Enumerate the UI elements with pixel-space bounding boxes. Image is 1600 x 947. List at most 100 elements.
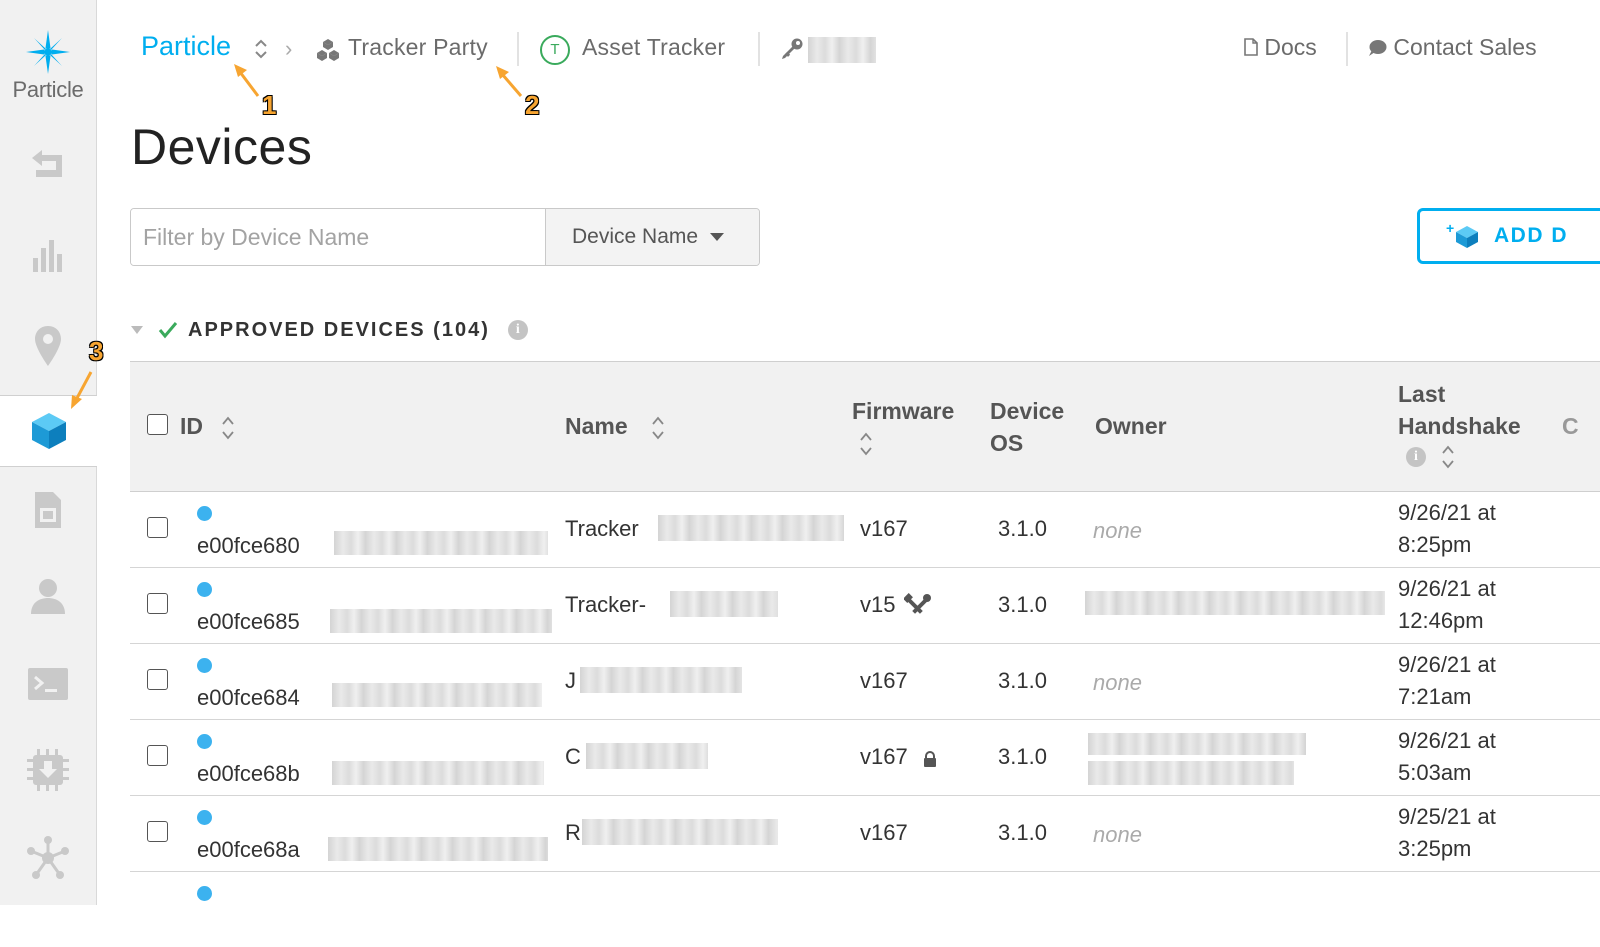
approved-devices-header[interactable]: APPROVED DEVICES (104) i (130, 314, 528, 346)
redacted-name (658, 515, 844, 541)
redacted-id (332, 761, 544, 785)
device-os: 3.1.0 (998, 820, 1047, 845)
redacted-id (334, 531, 548, 555)
last-handshake: 9/26/21 at 7:21am (1398, 649, 1496, 713)
handshake-time: 7:21am (1398, 684, 1472, 709)
table-row[interactable]: e00fce680 Tracker v167 3.1.0 none 9/26/2… (130, 491, 1600, 568)
filter-field-label: Device Name (572, 225, 699, 248)
device-owner: none (1093, 670, 1142, 695)
sidebar-item-console[interactable] (0, 654, 96, 714)
sidebar-item-firmware[interactable] (0, 740, 96, 800)
device-id[interactable]: e00fce68a (197, 837, 300, 863)
collapse-triangle-icon[interactable] (130, 325, 144, 335)
redacted-owner (1088, 761, 1294, 785)
divider (1346, 32, 1348, 66)
row-checkbox[interactable] (147, 821, 168, 842)
product-type-label: Asset Tracker (582, 34, 726, 60)
tools-icon (904, 593, 931, 614)
sidebar-item-sims[interactable] (0, 480, 96, 540)
column-header-device-os: Device OS (990, 395, 1064, 459)
device-id[interactable]: e00fce68b (197, 761, 300, 787)
last-handshake: 9/26/21 at 8:25pm (1398, 497, 1496, 561)
device-id[interactable]: e00fce680 (197, 533, 300, 559)
org-switcher-icon[interactable] (254, 38, 268, 60)
device-firmware: v167 (860, 820, 908, 845)
handshake-info-icon[interactable]: i (1406, 447, 1426, 467)
device-id[interactable]: e00fce684 (197, 685, 300, 711)
table-row[interactable]: e00fce684 J v167 3.1.0 none 9/26/21 at 7… (130, 643, 1600, 720)
table-row[interactable]: e00fce68b C v167 3.1.0 9/26/21 at 5:03am (130, 719, 1600, 796)
sidebar-item-team[interactable] (0, 566, 96, 626)
top-bar: Particle › Tracker Party T Asset Tracker… (0, 0, 1600, 100)
select-all-checkbox[interactable] (147, 414, 168, 435)
handshake-line1: Last (1398, 381, 1446, 407)
column-header-id[interactable]: ID (180, 410, 203, 442)
annotation-marker-1: 1 (262, 90, 277, 120)
key-icon[interactable] (780, 37, 804, 61)
divider (517, 32, 519, 66)
contact-sales-link[interactable]: Contact Sales (1367, 34, 1537, 61)
sort-firmware-icon[interactable] (859, 431, 873, 457)
handshake-date: 9/26/21 at (1398, 652, 1496, 677)
sidebar-item-devices[interactable] (0, 395, 97, 467)
device-name[interactable]: R (565, 820, 581, 846)
redacted-owner (1088, 733, 1306, 755)
row-checkbox[interactable] (147, 669, 168, 690)
filter-field-select[interactable]: Device Name (545, 209, 759, 265)
filter-input[interactable] (131, 209, 545, 265)
divider (758, 32, 760, 66)
device-name[interactable]: Tracker- (565, 592, 646, 618)
document-icon (1244, 38, 1258, 56)
redacted-id (328, 837, 548, 861)
annotation-marker-2: 2 (525, 90, 540, 120)
handshake-date: 9/25/21 at (1398, 804, 1496, 829)
handshake-date: 9/26/21 at (1398, 728, 1496, 753)
product-icon (317, 39, 339, 61)
sidebar-item-map[interactable] (0, 316, 96, 376)
sidebar-item-analytics[interactable] (0, 226, 96, 286)
device-name[interactable]: Tracker (565, 516, 639, 542)
add-device-button[interactable]: + ADD D (1417, 208, 1600, 264)
sort-name-icon[interactable] (651, 415, 665, 441)
handshake-date: 9/26/21 at (1398, 576, 1496, 601)
device-id[interactable]: e00fce685 (197, 609, 300, 635)
row-checkbox[interactable] (147, 593, 168, 614)
table-row[interactable]: e00fce68a R v167 3.1.0 none 9/25/21 at 3… (130, 795, 1600, 872)
terminal-icon (28, 668, 68, 700)
info-icon[interactable]: i (507, 320, 528, 340)
device-os: 3.1.0 (998, 744, 1047, 769)
sort-handshake-icon[interactable] (1441, 444, 1455, 470)
sidebar-item-integrations[interactable] (0, 828, 96, 888)
redacted-name (586, 743, 708, 769)
column-header-next: C (1562, 413, 1579, 439)
sidebar-item-back[interactable] (0, 134, 96, 194)
device-firmware: v167 (860, 516, 908, 541)
device-name[interactable]: J (565, 668, 576, 694)
column-header-firmware[interactable]: Firmware (852, 395, 954, 427)
sort-id-icon[interactable] (221, 415, 235, 441)
device-os-line2: OS (990, 430, 1024, 456)
column-header-name[interactable]: Name (565, 410, 628, 442)
last-handshake: 9/25/21 at 3:25pm (1398, 801, 1496, 865)
network-icon (27, 836, 69, 879)
handshake-time: 5:03am (1398, 760, 1472, 785)
row-checkbox[interactable] (147, 745, 168, 766)
breadcrumb-product[interactable]: Tracker Party (348, 34, 488, 61)
docs-link[interactable]: Docs (1244, 34, 1317, 61)
breadcrumb-org[interactable]: Particle (141, 31, 231, 62)
table-row[interactable] (130, 871, 1600, 947)
table-row[interactable]: e00fce685 Tracker- v15 3.1.0 9/26/21 at … (130, 567, 1600, 644)
breadcrumb-chevron-icon: › (285, 36, 293, 61)
redacted-name (580, 667, 742, 693)
row-checkbox[interactable] (147, 517, 168, 538)
column-header-last-handshake[interactable]: Last Handshake (1398, 378, 1521, 442)
device-name[interactable]: C (565, 744, 581, 770)
redacted-id (330, 609, 552, 633)
bar-chart-icon (33, 240, 62, 272)
map-pin-icon (35, 326, 61, 366)
product-type-badge: T (540, 35, 570, 65)
annotation-marker-3: 3 (89, 336, 104, 366)
online-status-dot (197, 506, 212, 521)
svg-text:+: + (1446, 223, 1456, 236)
sidebar: Particle (0, 0, 97, 905)
